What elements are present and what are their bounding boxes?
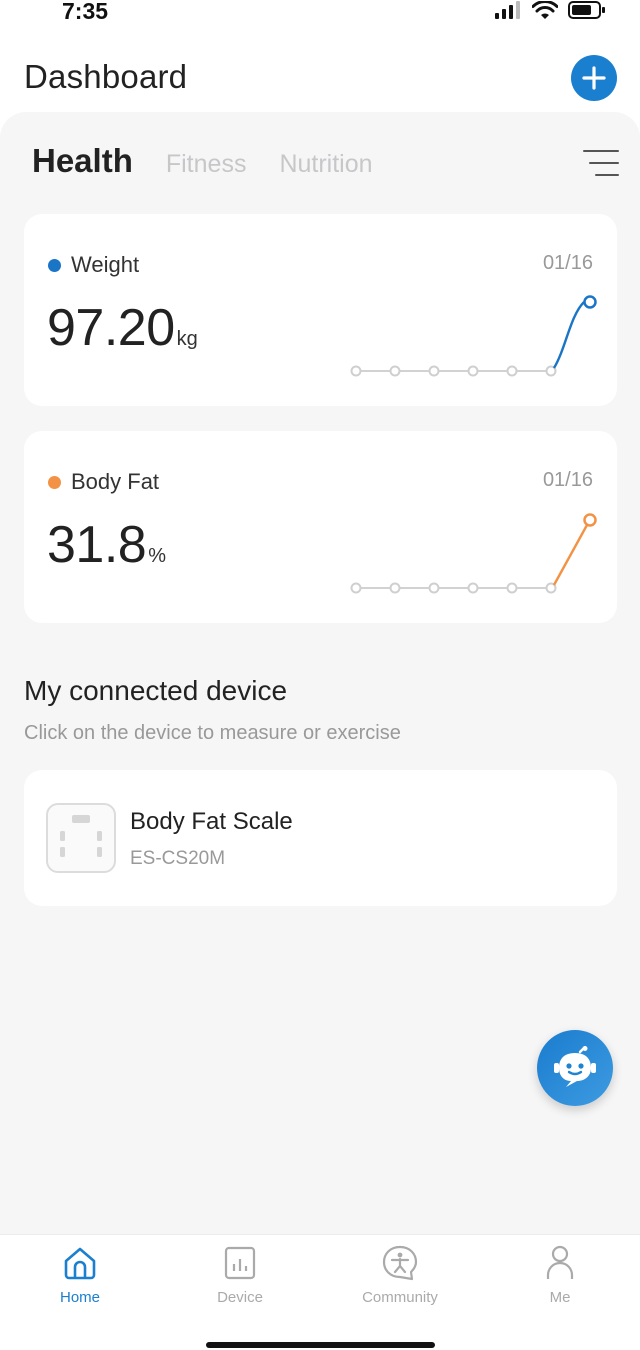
menu-icon[interactable] (583, 150, 619, 178)
body-fat-date: 01/16 (542, 469, 593, 491)
robot-chat-icon (554, 1046, 596, 1087)
weight-point (389, 365, 401, 377)
body-fat-point (428, 582, 440, 594)
weight-point (428, 365, 440, 377)
bottom-tab-bar: Home Device Community Me (0, 1234, 640, 1350)
tab-community[interactable]: Community (345, 1245, 455, 1306)
status-bar: 7:35 (0, 0, 640, 26)
tab-home-label: Home (59, 1289, 100, 1306)
chart-icon (224, 1246, 256, 1280)
tab-me-label: Me (549, 1289, 571, 1306)
scale-icon (46, 803, 116, 873)
device-card[interactable]: Body Fat Scale ES-CS20M (24, 770, 617, 906)
status-time: 7:35 (62, 0, 109, 24)
weight-value-number: 97.20 (47, 299, 175, 357)
body-fat-card[interactable]: Body Fat 01/16 31.8% (24, 431, 617, 623)
body-fat-sparkline (350, 513, 597, 594)
status-icons (494, 0, 606, 20)
weight-point-latest (583, 295, 597, 309)
weight-sparkline (350, 295, 597, 377)
body-fat-point-latest (583, 513, 597, 527)
tab-me[interactable]: Me (505, 1245, 615, 1306)
body-fat-label-text: Body Fat (71, 469, 160, 494)
tab-community-label: Community (362, 1289, 438, 1306)
body-fat-point (467, 582, 479, 594)
body-fat-value-number: 31.8 (47, 516, 147, 574)
home-indicator (206, 1342, 435, 1348)
weight-label-text: Weight (71, 252, 140, 277)
wifi-icon (532, 0, 558, 19)
weight-date: 01/16 (542, 252, 593, 274)
body-fat-value: 31.8% (47, 515, 166, 575)
body-fat-point (506, 582, 518, 594)
add-button[interactable] (571, 55, 617, 101)
device-name: Body Fat Scale (130, 808, 293, 835)
tab-home[interactable]: Home (25, 1245, 135, 1306)
weight-label: Weight (48, 252, 139, 278)
weight-dot-icon (48, 258, 61, 272)
plus-icon (582, 66, 606, 90)
community-icon (382, 1245, 418, 1281)
body-fat-dot-icon (48, 475, 61, 489)
body-fat-point (389, 582, 401, 594)
page-title: Dashboard (24, 58, 188, 95)
section-subtitle: Click on the device to measure or exerci… (24, 722, 401, 744)
person-icon (546, 1245, 574, 1279)
weight-point (467, 365, 479, 377)
body-fat-label: Body Fat (48, 469, 159, 495)
body-fat-unit: % (148, 545, 167, 567)
weight-point (350, 365, 362, 377)
section-title: My connected device (24, 675, 288, 706)
weight-unit: kg (176, 328, 198, 350)
device-model: ES-CS20M (130, 848, 226, 869)
weight-value: 97.20 kg (47, 298, 198, 358)
tab-device[interactable]: Device (185, 1245, 295, 1306)
tab-fitness[interactable]: Fitness (166, 150, 247, 179)
category-tabs: Health Fitness Nutrition (32, 142, 373, 180)
body-fat-point (350, 582, 362, 594)
battery-icon (568, 1, 605, 19)
tab-device-label: Device (217, 1289, 263, 1306)
weight-point (506, 365, 518, 377)
tab-nutrition[interactable]: Nutrition (279, 150, 372, 179)
assistant-button[interactable] (537, 1030, 613, 1106)
home-icon (64, 1247, 96, 1280)
weight-card[interactable]: Weight 01/16 97.20 kg (24, 214, 617, 406)
signal-icon (495, 1, 520, 19)
tab-health[interactable]: Health (32, 142, 133, 180)
